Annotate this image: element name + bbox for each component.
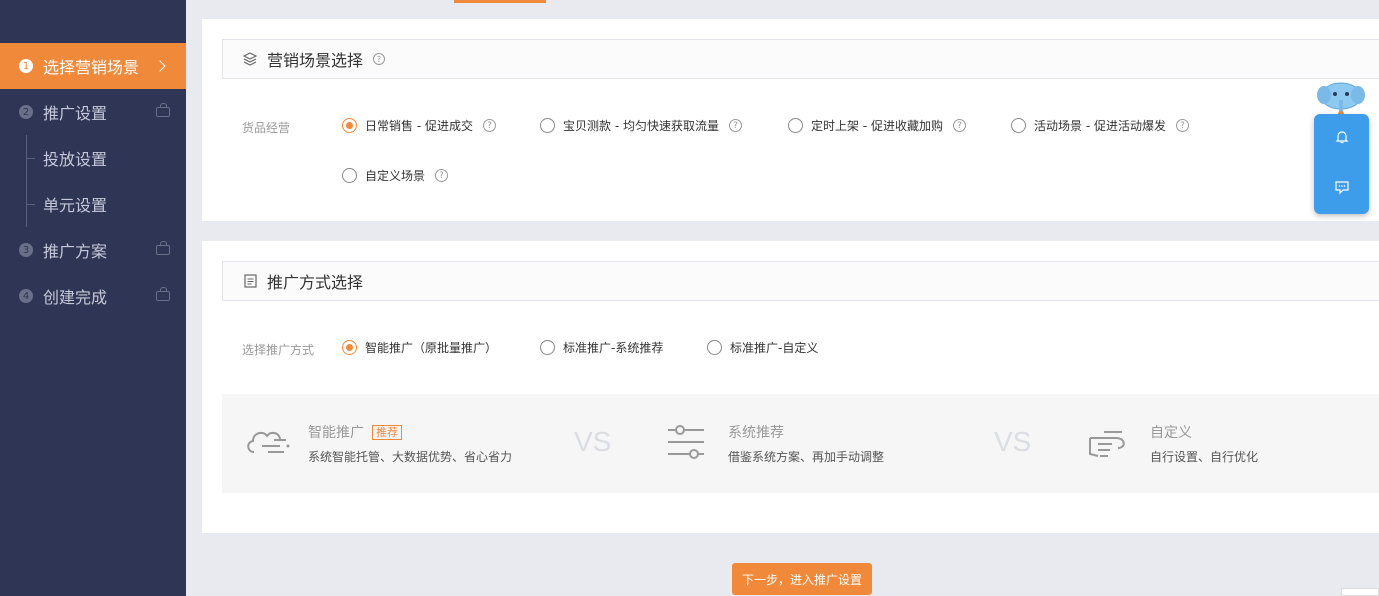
radio-dot[interactable] bbox=[788, 118, 803, 133]
tree-tick bbox=[27, 157, 35, 159]
compare-desc: 系统智能托管、大数据优势、省心省力 bbox=[308, 450, 513, 464]
step-complete[interactable]: 4 创建完成 bbox=[0, 273, 186, 319]
help-icon[interactable]: ? bbox=[728, 119, 742, 132]
radio-dot[interactable] bbox=[342, 340, 357, 355]
bell-icon bbox=[1334, 129, 1350, 149]
radio-dot[interactable] bbox=[707, 340, 722, 355]
compare-smart: 智能推广 推荐 系统智能托管、大数据优势、省心省力 bbox=[244, 394, 512, 493]
radio-label: 活动场景 - 促进活动爆发 bbox=[1034, 119, 1166, 133]
step-number: 1 bbox=[19, 59, 33, 73]
document-icon bbox=[243, 274, 257, 288]
step-promo-plan[interactable]: 3 推广方案 bbox=[0, 227, 186, 273]
compare-desc: 借鉴系统方案、再加手动调整 bbox=[728, 450, 885, 464]
elephant-mascot-icon[interactable] bbox=[1316, 78, 1366, 118]
substep-delivery-settings[interactable]: 投放设置 bbox=[0, 135, 186, 181]
radio-label: 宝贝测款 - 均匀快速获取流量 bbox=[563, 119, 719, 133]
lock-icon bbox=[156, 103, 170, 117]
radio-smart-promo[interactable]: 智能推广（原批量推广） bbox=[342, 339, 497, 356]
hand-icon bbox=[1086, 424, 1130, 464]
method-card: 推广方式选择 选择推广方式 智能推广（原批量推广） 标准推广-系统推荐 标准推广… bbox=[202, 241, 1379, 533]
radio-custom-scene[interactable]: 自定义场景 ? bbox=[342, 167, 449, 184]
radio-activity-scene[interactable]: 活动场景 - 促进活动爆发 ? bbox=[1011, 117, 1189, 134]
step-number: 4 bbox=[19, 289, 33, 303]
method-field-label: 选择推广方式 bbox=[242, 343, 315, 357]
method-comparison: 智能推广 推荐 系统智能托管、大数据优势、省心省力 VS 系统推荐 借鉴系统方案、… bbox=[222, 394, 1379, 493]
step-number: 2 bbox=[19, 105, 33, 119]
vs-text: VS bbox=[574, 426, 612, 457]
notification-button[interactable] bbox=[1314, 114, 1369, 164]
floating-panel bbox=[1314, 114, 1369, 214]
corner-widget[interactable] bbox=[1341, 588, 1379, 596]
compare-title: 智能推广 bbox=[308, 425, 364, 441]
step-label: 选择营销场景 bbox=[43, 58, 140, 77]
chat-icon bbox=[1334, 179, 1350, 199]
help-icon[interactable]: ? bbox=[952, 119, 966, 132]
next-step-button[interactable]: 下一步，进入推广设置 bbox=[732, 563, 872, 595]
tree-tick bbox=[27, 203, 35, 205]
lock-icon bbox=[156, 241, 170, 255]
method-card-header: 推广方式选择 bbox=[222, 261, 1379, 301]
substep-label: 单元设置 bbox=[43, 196, 108, 215]
help-icon[interactable]: ? bbox=[1175, 119, 1189, 132]
radio-label: 标准推广-自定义 bbox=[730, 341, 819, 355]
step-number: 3 bbox=[19, 243, 33, 257]
method-card-title: 推广方式选择 bbox=[267, 273, 364, 292]
substep-label: 投放设置 bbox=[43, 150, 108, 169]
chevron-right-icon bbox=[154, 60, 166, 72]
lock-icon bbox=[156, 287, 170, 301]
radio-label: 智能推广（原批量推广） bbox=[365, 341, 498, 355]
radio-label: 标准推广-系统推荐 bbox=[563, 341, 664, 355]
top-tab-indicator bbox=[454, 0, 546, 3]
compare-title: 系统推荐 bbox=[728, 425, 784, 441]
radio-standard-system[interactable]: 标准推广-系统推荐 bbox=[540, 339, 663, 356]
radio-standard-custom[interactable]: 标准推广-自定义 bbox=[707, 339, 818, 356]
radio-scheduled-listing[interactable]: 定时上架 - 促进收藏加购 ? bbox=[788, 117, 966, 134]
radio-daily-sales[interactable]: 日常销售 - 促进成交 ? bbox=[342, 117, 496, 134]
radio-product-test[interactable]: 宝贝测款 - 均匀快速获取流量 ? bbox=[540, 117, 742, 134]
layers-icon bbox=[243, 52, 257, 66]
goods-field-label: 货品经营 bbox=[242, 121, 291, 135]
sidebar: 1 选择营销场景 2 推广设置 投放设置 单元设置 3 推广方案 4 创建完成 bbox=[0, 0, 186, 596]
radio-dot[interactable] bbox=[540, 118, 555, 133]
scene-card-title: 营销场景选择 bbox=[267, 51, 364, 70]
step-label: 推广方案 bbox=[43, 242, 108, 261]
step-promo-settings[interactable]: 2 推广设置 bbox=[0, 89, 186, 135]
compare-desc: 自行设置、自行优化 bbox=[1150, 450, 1259, 464]
radio-dot[interactable] bbox=[1011, 118, 1026, 133]
help-icon[interactable]: ? bbox=[482, 119, 496, 132]
chat-button[interactable] bbox=[1314, 164, 1369, 214]
step-label: 推广设置 bbox=[43, 104, 108, 123]
scene-card: 营销场景选择 ? 货品经营 日常销售 - 促进成交 ? 宝贝测款 - 均匀快速获… bbox=[202, 19, 1379, 221]
radio-label: 日常销售 - 促进成交 bbox=[365, 119, 473, 133]
help-icon[interactable]: ? bbox=[373, 53, 386, 65]
cloud-icon bbox=[244, 424, 290, 464]
radio-dot[interactable] bbox=[342, 168, 357, 183]
radio-label: 定时上架 - 促进收藏加购 bbox=[811, 119, 943, 133]
compare-title: 自定义 bbox=[1150, 425, 1192, 441]
step-label: 创建完成 bbox=[43, 288, 108, 307]
step-select-scene[interactable]: 1 选择营销场景 bbox=[0, 43, 186, 89]
radio-label: 自定义场景 bbox=[365, 169, 426, 183]
radio-dot[interactable] bbox=[540, 340, 555, 355]
compare-system: 系统推荐 借鉴系统方案、再加手动调整 bbox=[666, 394, 884, 493]
radio-dot[interactable] bbox=[342, 118, 357, 133]
recommend-badge: 推荐 bbox=[372, 424, 402, 440]
help-icon[interactable]: ? bbox=[435, 169, 449, 182]
vs-text: VS bbox=[994, 426, 1032, 457]
compare-custom: 自定义 自行设置、自行优化 bbox=[1086, 394, 1258, 493]
scene-card-header: 营销场景选择 ? bbox=[222, 39, 1379, 79]
sliders-icon bbox=[666, 424, 706, 464]
substep-unit-settings[interactable]: 单元设置 bbox=[0, 181, 186, 227]
